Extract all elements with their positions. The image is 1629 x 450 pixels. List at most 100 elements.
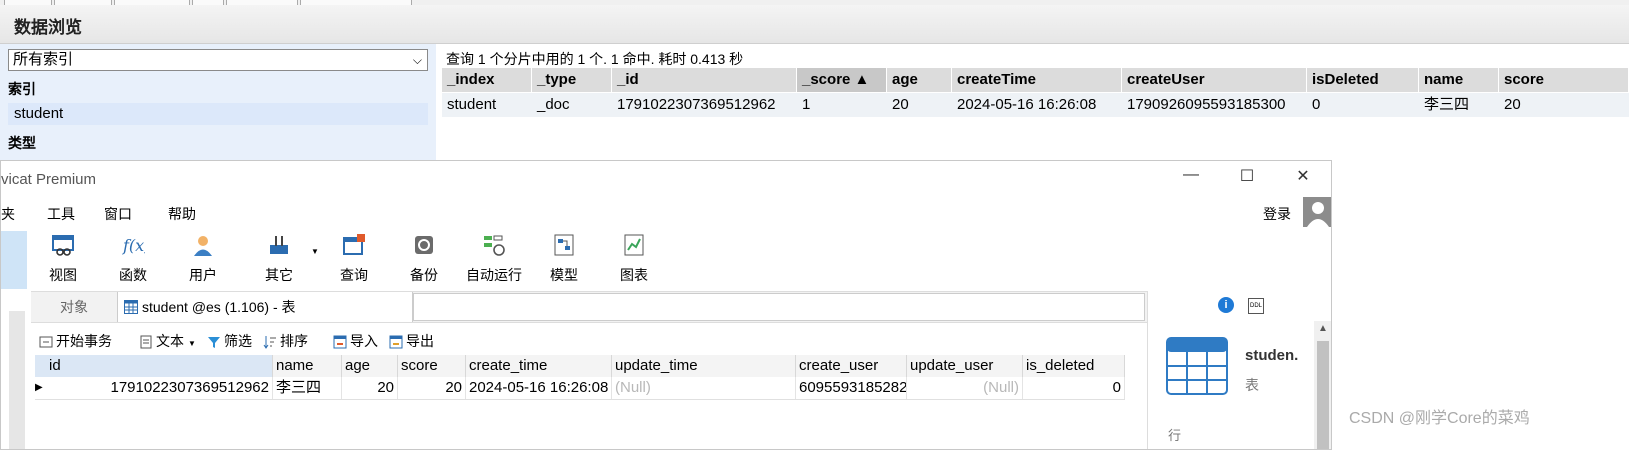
toolbar-model-button[interactable]: 模型 bbox=[534, 231, 594, 287]
tab-objects[interactable]: 对象 bbox=[31, 292, 117, 322]
column-header[interactable]: createTime bbox=[952, 68, 1122, 92]
data-grid: id name age score create_time update_tim… bbox=[35, 355, 1125, 401]
import-button[interactable]: 导入 bbox=[333, 331, 378, 351]
toolbar-label: 其它 bbox=[265, 267, 293, 283]
toolbar-chart-button[interactable]: 图表 bbox=[604, 231, 664, 287]
column-header-name[interactable]: name bbox=[273, 355, 342, 377]
info-icon[interactable]: i bbox=[1218, 297, 1234, 313]
scroll-up-icon[interactable]: ▲ bbox=[1314, 323, 1331, 339]
toolbar-backup-button[interactable]: 备份 bbox=[394, 231, 454, 287]
table-cell: 2024-05-16 16:26:08 bbox=[957, 96, 1097, 113]
view-icon bbox=[52, 235, 74, 256]
table-toolbar: 开始事务 文本 ▼ 筛选 排序 导入 导出 bbox=[35, 327, 1145, 353]
column-header-id[interactable]: id bbox=[35, 355, 273, 377]
column-header-create-time[interactable]: create_time bbox=[466, 355, 612, 377]
menu-bar: 夹 工具 窗口 帮助 登录 bbox=[1, 197, 1331, 227]
menu-item[interactable]: 夹 bbox=[1, 204, 15, 224]
import-icon bbox=[333, 335, 347, 349]
watermark: CSDN @刚学Core的菜鸡 bbox=[1349, 410, 1530, 427]
toolbar-label: 图表 bbox=[620, 267, 648, 283]
column-header-is-deleted[interactable]: is_deleted bbox=[1023, 355, 1125, 377]
export-button[interactable]: 导出 bbox=[389, 331, 434, 351]
column-header[interactable]: age bbox=[887, 68, 952, 92]
table-cell: 20 bbox=[1504, 96, 1521, 113]
close-button[interactable]: ✕ bbox=[1289, 166, 1317, 188]
column-header[interactable]: _id bbox=[612, 68, 797, 92]
ddl-icon[interactable]: DDL bbox=[1248, 298, 1264, 314]
table-cell: _doc bbox=[537, 96, 570, 113]
row-pointer-icon: ▶ bbox=[35, 382, 43, 393]
column-header[interactable]: createUser bbox=[1122, 68, 1307, 92]
column-header-update-time[interactable]: update_time bbox=[612, 355, 796, 377]
toolbar-query-button[interactable]: 查询 bbox=[324, 231, 384, 287]
column-header-score[interactable]: score bbox=[398, 355, 466, 377]
cell-age[interactable]: 20 bbox=[342, 377, 398, 399]
menu-item-tools[interactable]: 工具 bbox=[47, 204, 75, 224]
column-header[interactable]: score bbox=[1499, 68, 1629, 92]
toolbar-label: 模型 bbox=[550, 267, 578, 283]
index-item-row[interactable] bbox=[8, 103, 428, 125]
table-cell: 1790926095593185300 bbox=[1127, 96, 1286, 113]
column-header-sorted[interactable]: _score ▲ bbox=[797, 68, 887, 92]
menu-item-window[interactable]: 窗口 bbox=[104, 204, 132, 224]
index-item-student[interactable]: student bbox=[14, 105, 63, 122]
text-button[interactable]: 文本 ▼ bbox=[139, 331, 196, 351]
toolbar-label: 查询 bbox=[340, 267, 368, 283]
table-cell: 李三四 bbox=[1424, 96, 1470, 113]
column-header[interactable]: _type bbox=[532, 68, 612, 92]
es-results-header: _index _type _id _score ▲ age createTime… bbox=[442, 68, 1629, 92]
tab-bar: 对象 student @es (1.106) - 表 bbox=[31, 291, 1147, 323]
query-icon bbox=[343, 234, 365, 255]
button-label: 排序 bbox=[280, 333, 308, 349]
toolbar-other-button[interactable]: 其它 bbox=[249, 231, 309, 287]
filter-button[interactable]: 筛选 bbox=[207, 331, 252, 351]
chart-icon bbox=[624, 234, 644, 256]
cell-name[interactable]: 李三四 bbox=[273, 377, 342, 399]
dropdown-arrow-icon: ▼ bbox=[188, 339, 196, 348]
toolbar-function-button[interactable]: f(x) 函数 bbox=[103, 231, 163, 287]
es-title-bar bbox=[0, 5, 1629, 44]
export-icon bbox=[389, 335, 403, 349]
begin-transaction-button[interactable]: 开始事务 bbox=[39, 331, 112, 351]
rows-label: 行 bbox=[1168, 428, 1182, 443]
toolbar-view-button[interactable]: 视图 bbox=[33, 231, 93, 287]
sort-icon bbox=[263, 336, 276, 350]
column-header-age[interactable]: age bbox=[342, 355, 398, 377]
avatar[interactable] bbox=[1303, 197, 1331, 227]
cell-is-deleted[interactable]: 0 bbox=[1023, 377, 1125, 399]
sort-button[interactable]: 排序 bbox=[263, 331, 308, 351]
scrollbar-thumb[interactable] bbox=[1317, 341, 1329, 449]
user-icon bbox=[194, 236, 212, 256]
section-heading-index: 索引 bbox=[8, 81, 36, 97]
menu-item-help[interactable]: 帮助 bbox=[168, 204, 196, 224]
dropdown-arrow-icon[interactable]: ▼ bbox=[311, 247, 319, 256]
maximize-button[interactable]: ☐ bbox=[1233, 166, 1261, 188]
transaction-icon bbox=[39, 336, 53, 348]
minimize-button[interactable]: — bbox=[1177, 166, 1205, 188]
cell-create-time[interactable]: 2024-05-16 16:26:08 bbox=[466, 377, 612, 399]
column-header-create-user[interactable]: create_user bbox=[796, 355, 907, 377]
table-icon bbox=[1166, 337, 1228, 395]
login-link[interactable]: 登录 bbox=[1263, 204, 1291, 224]
table-row[interactable]: ▶ 1791022307369512962 李三四 20 20 2024-05-… bbox=[35, 377, 1125, 400]
toolbar-autorun-button[interactable]: 自动运行 bbox=[464, 231, 524, 287]
tab-student-table[interactable]: student @es (1.106) - 表 bbox=[117, 292, 413, 322]
cell-update-user[interactable]: (Null) bbox=[907, 377, 1023, 399]
column-header-update-user[interactable]: update_user bbox=[907, 355, 1023, 377]
column-header[interactable]: isDeleted bbox=[1307, 68, 1419, 92]
es-result-row[interactable]: student _doc 1791022307369512962 1 20 20… bbox=[442, 93, 1629, 117]
column-header[interactable]: name bbox=[1419, 68, 1499, 92]
cell-score[interactable]: 20 bbox=[398, 377, 466, 399]
column-header[interactable]: _index bbox=[442, 68, 532, 92]
cell-id[interactable]: 1791022307369512962 bbox=[47, 377, 273, 399]
button-label: 导出 bbox=[406, 333, 434, 349]
object-type: 表 bbox=[1245, 377, 1259, 393]
index-select[interactable]: 所有索引 ⌵ bbox=[8, 49, 428, 71]
left-scrollbar[interactable] bbox=[9, 311, 25, 449]
toolbar-user-button[interactable]: 用户 bbox=[173, 231, 233, 287]
button-label: 文本 bbox=[156, 333, 184, 349]
table-cell: student bbox=[447, 96, 497, 113]
section-heading-type: 类型 bbox=[8, 135, 36, 151]
cell-create-user[interactable]: 6095593185282 bbox=[796, 377, 907, 399]
cell-update-time[interactable]: (Null) bbox=[612, 377, 796, 399]
